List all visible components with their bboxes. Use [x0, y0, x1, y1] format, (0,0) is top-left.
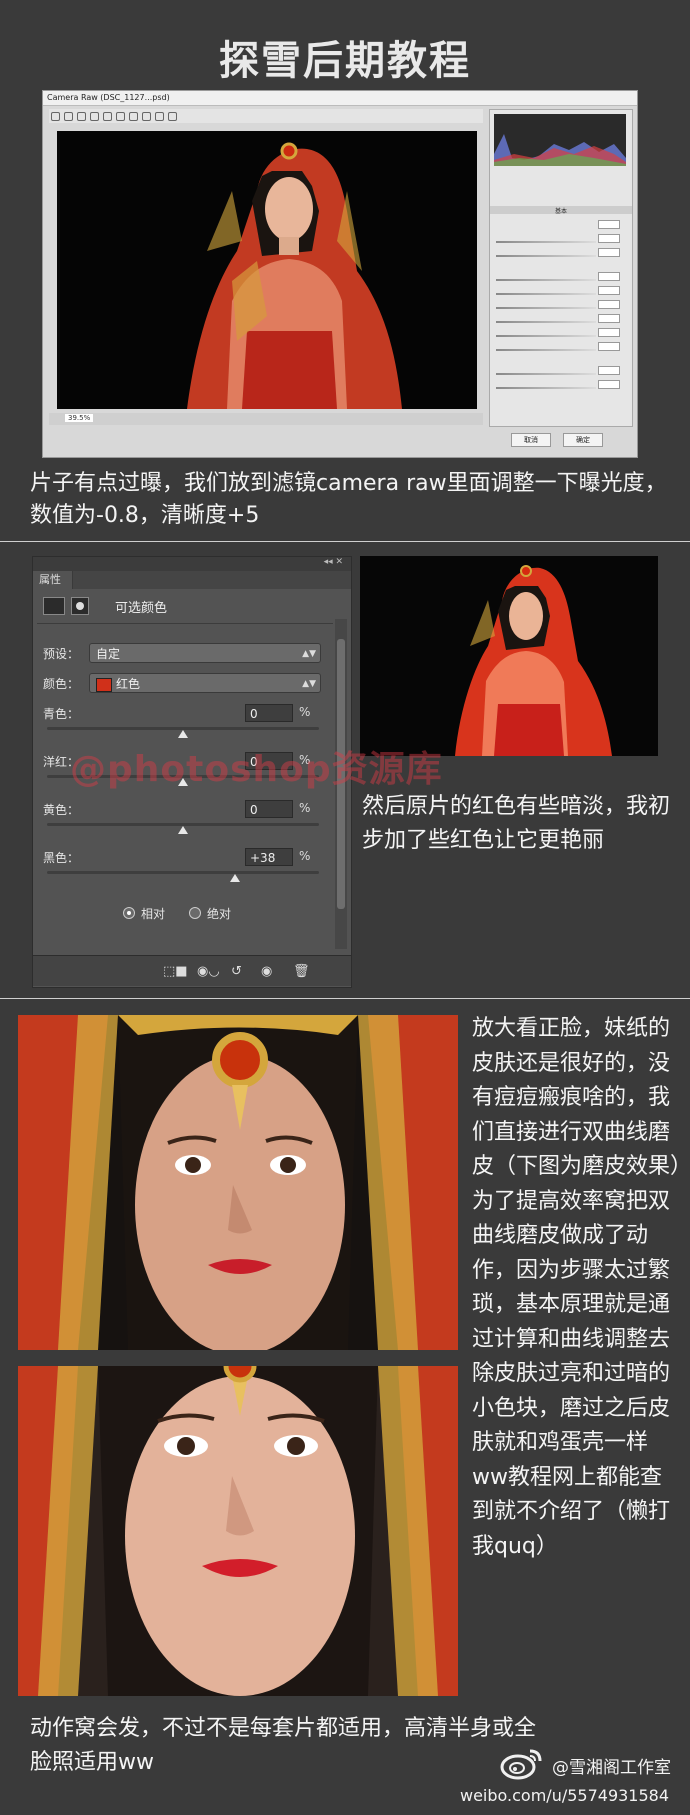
- hand-tool-icon[interactable]: [64, 112, 73, 121]
- panel-heading: 可选颜色: [115, 601, 168, 616]
- highlights-field[interactable]: [598, 300, 620, 309]
- layer-mask-icon[interactable]: [71, 597, 89, 615]
- camera-raw-statusbar: 39.5%: [49, 413, 483, 425]
- tint-slider[interactable]: [496, 255, 596, 257]
- cyan-slider-thumb[interactable]: [178, 730, 188, 738]
- crop-tool-icon[interactable]: [103, 112, 112, 121]
- black-slider[interactable]: [47, 871, 319, 874]
- watermark: @photoshop资源库: [70, 749, 443, 790]
- shadows-slider[interactable]: [496, 321, 596, 323]
- black-field[interactable]: +38: [245, 848, 293, 866]
- preset-value: 自定: [96, 647, 121, 661]
- weibo-handle[interactable]: @雪湘阁工作室: [552, 1753, 671, 1778]
- section-divider-2: [0, 998, 690, 999]
- blacks-slider[interactable]: [496, 349, 596, 351]
- vibrance-field[interactable]: [598, 380, 620, 389]
- white-balance-select[interactable]: [598, 220, 620, 229]
- preset-label: 预设：: [43, 647, 80, 661]
- cyan-unit: %: [299, 705, 311, 719]
- ok-button[interactable]: 确定: [563, 433, 603, 447]
- temperature-field[interactable]: [598, 234, 620, 243]
- shadows-field[interactable]: [598, 314, 620, 323]
- visibility-eye-icon[interactable]: ◉: [261, 964, 272, 979]
- colors-label: 颜色：: [43, 677, 80, 691]
- whites-slider[interactable]: [496, 335, 596, 337]
- weibo-logo-icon: [500, 1745, 544, 1781]
- yellow-label: 黄色：: [43, 803, 80, 817]
- adjustment-layer-icon: [43, 597, 65, 615]
- paragraph-retouch: 放大看正脸，妹纸的皮肤还是很好的，没有痘痘瘢痕啥的，我们直接进行双曲线磨皮（下图…: [472, 1016, 682, 1559]
- histogram: [494, 114, 626, 166]
- relative-radio[interactable]: [123, 907, 135, 919]
- section-divider-1: [0, 541, 690, 542]
- panel-tabbar: [73, 571, 351, 589]
- paragraph-action: 动作窝会发，不过不是每套片都适用，高清半身或全脸照适用ww: [30, 1716, 537, 1775]
- edited-preview-photo: [360, 556, 658, 756]
- clarity-field[interactable]: [598, 366, 620, 375]
- tint-field[interactable]: [598, 248, 620, 257]
- tab-properties[interactable]: 属性: [33, 571, 73, 589]
- panel-collapse-strip[interactable]: ◂◂ ✕: [33, 557, 351, 571]
- select-arrows-icon: ▲▼: [302, 649, 316, 659]
- clarity-slider[interactable]: [496, 373, 596, 375]
- panel-header: 可选颜色: [43, 595, 343, 617]
- face-after-photo: [18, 1366, 458, 1696]
- straighten-tool-icon[interactable]: [116, 112, 125, 121]
- weibo-url[interactable]: weibo.com/u/5574931584: [460, 1786, 669, 1805]
- colors-select[interactable]: 红色 ▲▼: [89, 673, 321, 693]
- header-divider: [37, 623, 333, 624]
- vibrance-slider[interactable]: [496, 387, 596, 389]
- white-balance-tool-icon[interactable]: [77, 112, 86, 121]
- zoom-tool-icon[interactable]: [51, 112, 60, 121]
- black-label: 黑色：: [43, 851, 80, 865]
- colors-value: 红色: [116, 677, 141, 691]
- panel-tab[interactable]: 基本: [490, 206, 632, 215]
- cancel-button[interactable]: 取消: [511, 433, 551, 447]
- relative-label: 相对: [141, 907, 166, 921]
- contrast-slider[interactable]: [496, 293, 596, 295]
- yellow-slider-thumb[interactable]: [178, 826, 188, 834]
- red-eye-icon[interactable]: [142, 112, 151, 121]
- spot-removal-icon[interactable]: [129, 112, 138, 121]
- camera-raw-title: Camera Raw (DSC_1127...psd): [43, 91, 637, 106]
- paragraph-exposure: 片子有点过曝，我们放到滤镜camera raw里面调整一下曝光度，数值为-0.8…: [30, 471, 667, 528]
- paragraph-red: 然后原片的红色有些暗淡，我初步加了些红色让它更艳丽: [362, 794, 671, 853]
- contrast-field[interactable]: [598, 286, 620, 295]
- clip-to-layer-icon[interactable]: ⬚■: [163, 964, 188, 979]
- red-swatch: [96, 677, 112, 692]
- temperature-slider[interactable]: [496, 241, 596, 243]
- preset-select[interactable]: 自定 ▲▼: [89, 643, 321, 663]
- blacks-field[interactable]: [598, 342, 620, 351]
- camera-raw-window: Camera Raw (DSC_1127...psd) 39.5% 基本 取消 …: [42, 90, 638, 458]
- black-unit: %: [299, 849, 311, 863]
- camera-raw-basic-panel: 基本: [489, 109, 633, 427]
- gradient-tool-icon[interactable]: [168, 112, 177, 121]
- highlights-slider[interactable]: [496, 307, 596, 309]
- face-before-photo: [18, 1015, 458, 1350]
- absolute-label: 绝对: [207, 907, 232, 921]
- whites-field[interactable]: [598, 328, 620, 337]
- camera-raw-toolbar: [49, 109, 483, 123]
- exposure-field[interactable]: [598, 272, 620, 281]
- yellow-unit: %: [299, 801, 311, 815]
- zoom-level[interactable]: 39.5%: [65, 414, 94, 422]
- view-previous-icon[interactable]: ◉◡: [197, 964, 220, 979]
- brush-tool-icon[interactable]: [155, 112, 164, 121]
- panel-footer: ⬚■ ◉◡ ↺ ◉ 🗑: [33, 955, 351, 986]
- page-title: 探雪后期教程: [219, 38, 471, 84]
- cyan-field[interactable]: 0: [245, 704, 293, 722]
- absolute-radio[interactable]: [189, 907, 201, 919]
- cyan-label: 青色：: [43, 707, 80, 721]
- black-slider-thumb[interactable]: [229, 874, 240, 882]
- yellow-field[interactable]: 0: [245, 800, 293, 818]
- exposure-slider[interactable]: [496, 279, 596, 281]
- reset-icon[interactable]: ↺: [231, 964, 242, 979]
- camera-raw-preview-photo: [57, 131, 477, 409]
- trash-icon[interactable]: 🗑: [293, 964, 310, 979]
- select-arrows-icon: ▲▼: [302, 679, 316, 689]
- color-sampler-icon[interactable]: [90, 112, 99, 121]
